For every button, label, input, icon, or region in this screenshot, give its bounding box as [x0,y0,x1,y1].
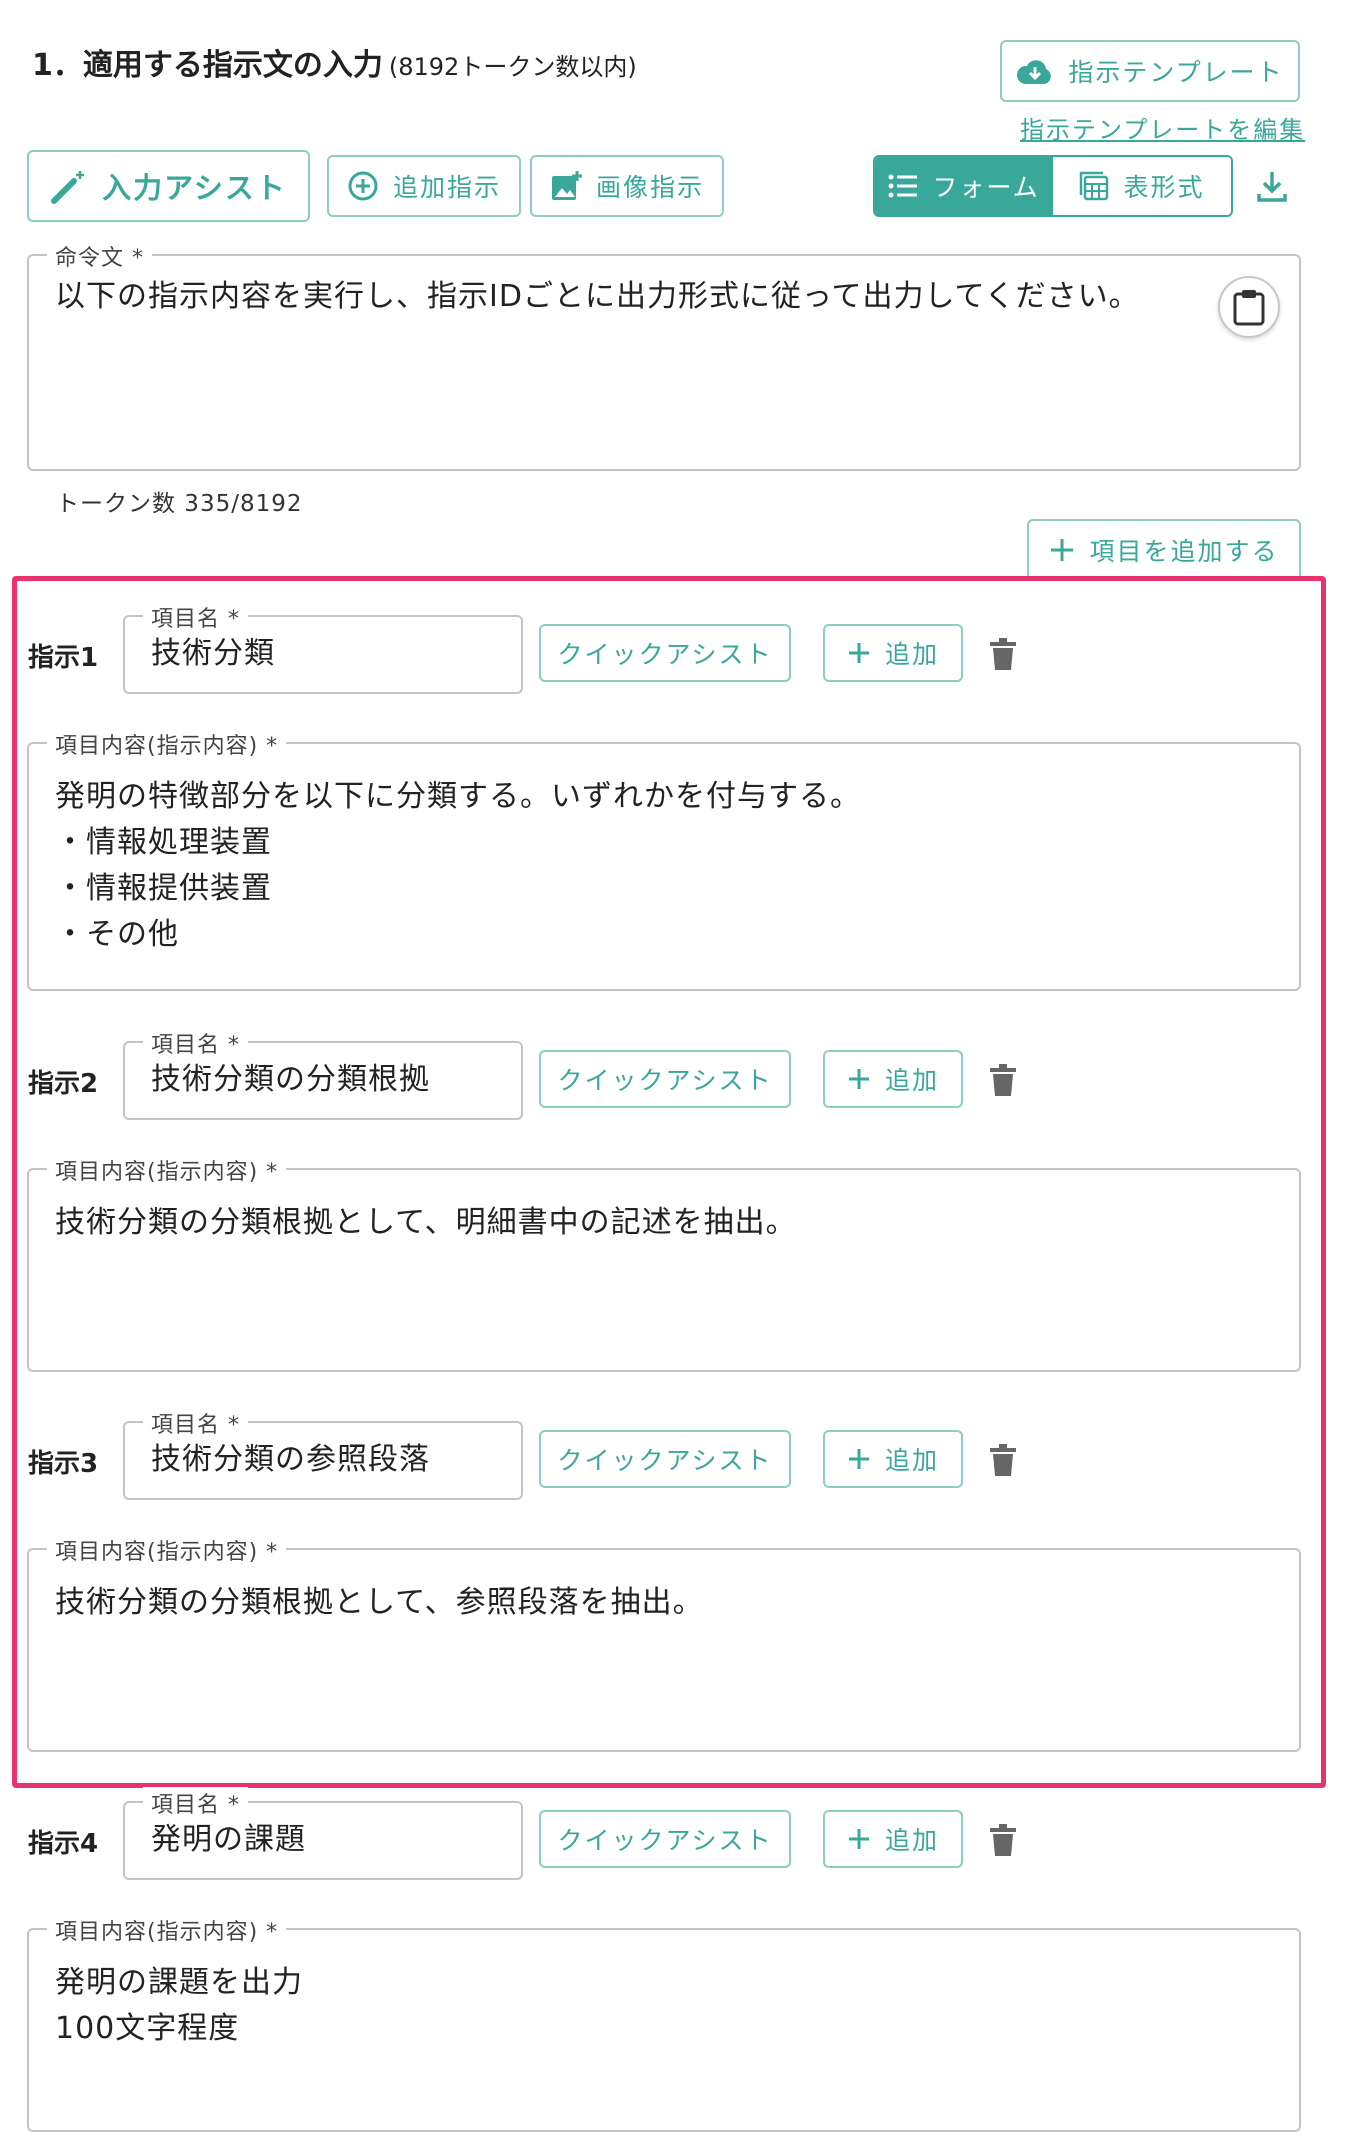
section-title: 1．適用する指示文の入力 (8192トークン数以内) [32,40,637,84]
item-name-value: 技術分類の分類根拠 [151,1062,430,1097]
plus-icon [848,643,869,663]
section-title-text: 1．適用する指示文の入力 [32,48,383,83]
add-label: 追加 [884,1066,939,1095]
tab-table-label: 表形式 [1123,173,1205,202]
input-assist-label: 入力アシスト [102,171,287,205]
item-content-field[interactable]: 項目内容(指示内容) * 技術分類の分類根拠として、明細書中の記述を抽出。 [27,1154,1301,1372]
section-subtitle: (8192トークン数以内) [388,53,637,81]
item-name-legend: 項目名 * [143,1407,248,1439]
image-instruction-button[interactable]: 画像指示 [530,155,724,217]
trash-icon[interactable] [986,634,1020,674]
quick-assist-label: クイックアシスト [557,640,773,669]
clipboard-icon [1233,290,1265,326]
item-content-field[interactable]: 項目内容(指示内容) * 技術分類の分類根拠として、参照段落を抽出。 [27,1534,1301,1752]
trash-icon[interactable] [986,1060,1020,1100]
add-button[interactable]: 追加 [823,1430,963,1488]
add-item-button[interactable]: 項目を追加する [1027,519,1301,581]
add-label: 追加 [884,1446,939,1475]
plus-icon [848,1829,869,1849]
plus-icon [848,1069,869,1089]
plus-icon [1051,539,1074,561]
download-icon[interactable] [1254,168,1290,204]
token-count: トークン数 335/8192 [56,491,303,517]
instruction-label: 指示4 [28,1829,99,1859]
item-name-legend: 項目名 * [143,1027,248,1059]
quick-assist-button[interactable]: クイックアシスト [539,1430,791,1488]
quick-assist-button[interactable]: クイックアシスト [539,1810,791,1868]
list-icon [888,174,918,198]
quick-assist-button[interactable]: クイックアシスト [539,1050,791,1108]
command-legend: 命令文 * [47,240,152,272]
command-field[interactable]: 命令文 * 以下の指示内容を実行し、指示IDごとに出力形式に従って出力してくださ… [27,240,1301,471]
item-name-field[interactable]: 項目名 * 技術分類の分類根拠 [123,1027,523,1120]
cloud-download-icon [1017,60,1052,84]
item-content-field[interactable]: 項目内容(指示内容) * 発明の特徴部分を以下に分類する。いずれかを付与する。 … [27,728,1301,991]
add-label: 追加 [884,640,939,669]
plus-icon [848,1449,869,1469]
item-name-legend: 項目名 * [143,601,248,633]
item-content-value: 発明の課題を出力 100文字程度 [55,1965,303,2046]
add-label: 追加 [884,1826,939,1855]
add-button[interactable]: 追加 [823,1810,963,1868]
image-instruction-label: 画像指示 [595,173,704,202]
add-instruction-label: 追加指示 [392,173,501,202]
instruction-label: 指示2 [28,1069,99,1099]
item-content-value: 技術分類の分類根拠として、明細書中の記述を抽出。 [55,1205,797,1240]
input-assist-button[interactable]: 入力アシスト [27,150,310,222]
item-content-legend: 項目内容(指示内容) * [47,1154,287,1186]
item-name-value: 技術分類の参照段落 [151,1442,430,1477]
quick-assist-button[interactable]: クイックアシスト [539,624,791,682]
quick-assist-label: クイックアシスト [557,1446,773,1475]
item-content-legend: 項目内容(指示内容) * [47,1534,287,1566]
add-button[interactable]: 追加 [823,624,963,682]
item-content-legend: 項目内容(指示内容) * [47,1914,287,1946]
tab-form[interactable]: フォーム [875,157,1053,215]
clipboard-button[interactable] [1218,276,1280,338]
table-icon [1080,171,1109,201]
add-image-icon [551,171,582,200]
item-name-field[interactable]: 項目名 * 技術分類の参照段落 [123,1407,523,1500]
item-name-field[interactable]: 項目名 * 技術分類 [123,601,523,694]
template-button[interactable]: 指示テンプレート [1000,40,1300,102]
trash-icon[interactable] [986,1820,1020,1860]
edit-template-link[interactable]: 指示テンプレートを編集 [1020,110,1305,145]
add-item-label: 項目を追加する [1089,537,1279,566]
plus-circle-icon [348,171,378,201]
magic-wand-icon [51,171,85,204]
item-name-field[interactable]: 項目名 * 発明の課題 [123,1787,523,1880]
item-content-value: 発明の特徴部分を以下に分類する。いずれかを付与する。 ・情報処理装置 ・情報提供… [55,779,861,952]
instruction-label: 指示3 [28,1449,99,1479]
add-instruction-button[interactable]: 追加指示 [327,155,521,217]
item-name-value: 技術分類 [151,636,275,671]
item-name-legend: 項目名 * [143,1787,248,1819]
item-content-legend: 項目内容(指示内容) * [47,728,287,760]
tab-form-label: フォーム [932,173,1040,202]
add-button[interactable]: 追加 [823,1050,963,1108]
item-content-value: 技術分類の分類根拠として、参照段落を抽出。 [55,1585,704,1620]
view-toggle: フォーム 表形式 [873,155,1233,217]
template-button-label: 指示テンプレート [1068,58,1284,87]
command-value: 以下の指示内容を実行し、指示IDごとに出力形式に従って出力してください。 [55,279,1140,314]
quick-assist-label: クイックアシスト [557,1826,773,1855]
tab-table[interactable]: 表形式 [1053,157,1231,215]
item-name-value: 発明の課題 [151,1822,306,1857]
quick-assist-label: クイックアシスト [557,1066,773,1095]
item-content-field[interactable]: 項目内容(指示内容) * 発明の課題を出力 100文字程度 [27,1914,1301,2132]
instruction-label: 指示1 [28,643,99,673]
trash-icon[interactable] [986,1440,1020,1480]
